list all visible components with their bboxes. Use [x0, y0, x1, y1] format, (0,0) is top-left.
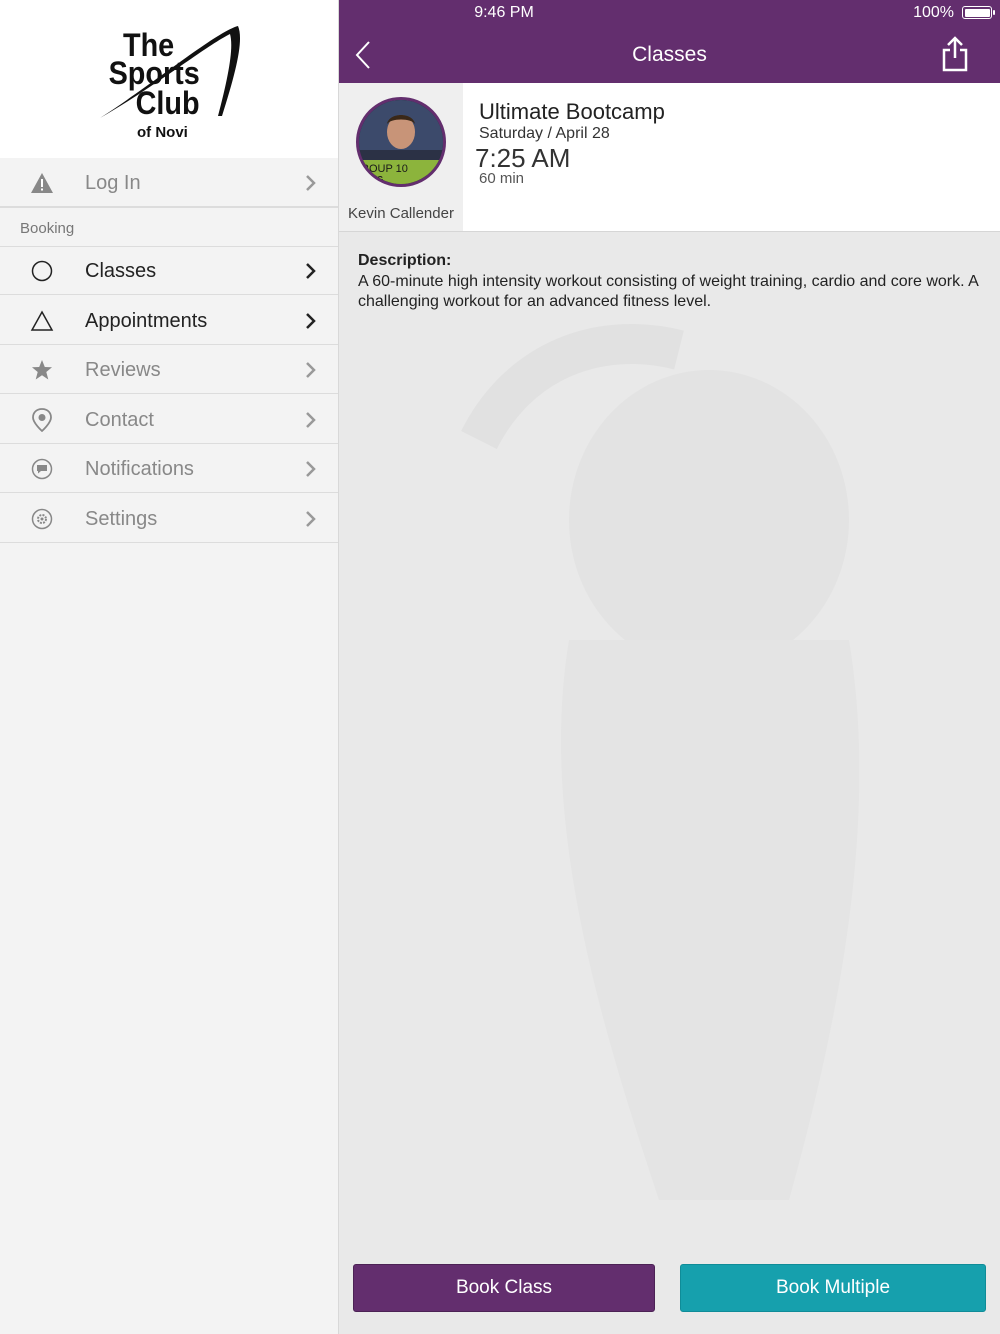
sidebar-item-label: Classes: [85, 260, 157, 282]
class-title: Ultimate Bootcamp: [479, 99, 665, 124]
sidebar-item-appointments[interactable]: Appointments: [0, 297, 338, 345]
location-pin-icon: [30, 408, 54, 432]
logo-line-of-novi: of Novi: [137, 124, 188, 141]
star-icon: [30, 358, 54, 382]
description-text: A 60-minute high intensity workout consi…: [358, 273, 978, 310]
chevron-right-icon: [306, 412, 316, 428]
sidebar-item-label: Settings: [85, 508, 158, 530]
logo-area: The Sports Club of Novi: [0, 0, 338, 158]
chat-bubble-icon: [30, 457, 54, 481]
chevron-right-icon: [306, 175, 316, 191]
sidebar-item-settings[interactable]: Settings: [0, 495, 338, 543]
sports-club-logo: The Sports Club of Novi: [100, 26, 241, 141]
chevron-right-icon: [306, 313, 316, 329]
class-date: Saturday / April 28: [479, 125, 610, 142]
book-class-button[interactable]: Book Class: [353, 1264, 655, 1312]
sidebar-item-reviews[interactable]: Reviews: [0, 346, 338, 394]
page-title: Classes: [632, 43, 707, 66]
description-heading: Description:: [358, 252, 452, 269]
logo-line-club: Club: [136, 86, 200, 122]
chevron-right-icon: [306, 263, 316, 279]
circle-icon: [30, 259, 54, 283]
sidebar-item-label: Notifications: [85, 458, 194, 480]
chevron-right-icon: [306, 511, 316, 527]
class-detail-panel: 9:46 PM 100% Classes ROUP 10 INING Kevin: [339, 0, 1000, 1334]
divider: [0, 207, 338, 208]
sidebar-item-classes[interactable]: Classes: [0, 247, 338, 295]
sidebar-item-label: Reviews: [85, 359, 161, 381]
chevron-right-icon: [306, 461, 316, 477]
class-duration: 60 min: [479, 170, 525, 187]
class-card: ROUP 10 INING Kevin Callender Ultimate B…: [339, 83, 1000, 232]
background-watermark: [461, 324, 860, 1200]
instructor-panel[interactable]: ROUP 10 INING Kevin Callender: [339, 83, 463, 231]
book-multiple-button[interactable]: Book Multiple: [680, 1264, 986, 1312]
instructor-avatar: ROUP 10 INING: [356, 97, 446, 187]
sidebar-item-notifications[interactable]: Notifications: [0, 445, 338, 493]
share-icon[interactable]: [942, 36, 968, 72]
battery-percent: 100%: [913, 4, 954, 21]
chevron-right-icon: [306, 362, 316, 378]
gear-icon: [30, 507, 54, 531]
sidebar-item-contact[interactable]: Contact: [0, 396, 338, 444]
battery-icon: [962, 6, 995, 19]
sidebar-item-label: Contact: [85, 409, 154, 431]
navigation-bar: 9:46 PM 100% Classes: [339, 0, 1000, 83]
sidebar-item-label: Appointments: [85, 310, 208, 332]
sidebar-item-label: Log In: [85, 172, 141, 194]
avatar-banner-subtext: INING: [361, 175, 383, 184]
status-time: 9:46 PM: [474, 4, 534, 21]
triangle-icon: [30, 309, 54, 333]
instructor-name: Kevin Callender: [348, 205, 454, 222]
sidebar: The Sports Club of Novi Log In Booking C…: [0, 0, 339, 1334]
avatar-banner-text: ROUP 10: [361, 163, 408, 175]
section-label-booking: Booking: [20, 220, 75, 237]
warning-icon: [30, 171, 54, 195]
sidebar-item-login[interactable]: Log In: [0, 159, 338, 207]
